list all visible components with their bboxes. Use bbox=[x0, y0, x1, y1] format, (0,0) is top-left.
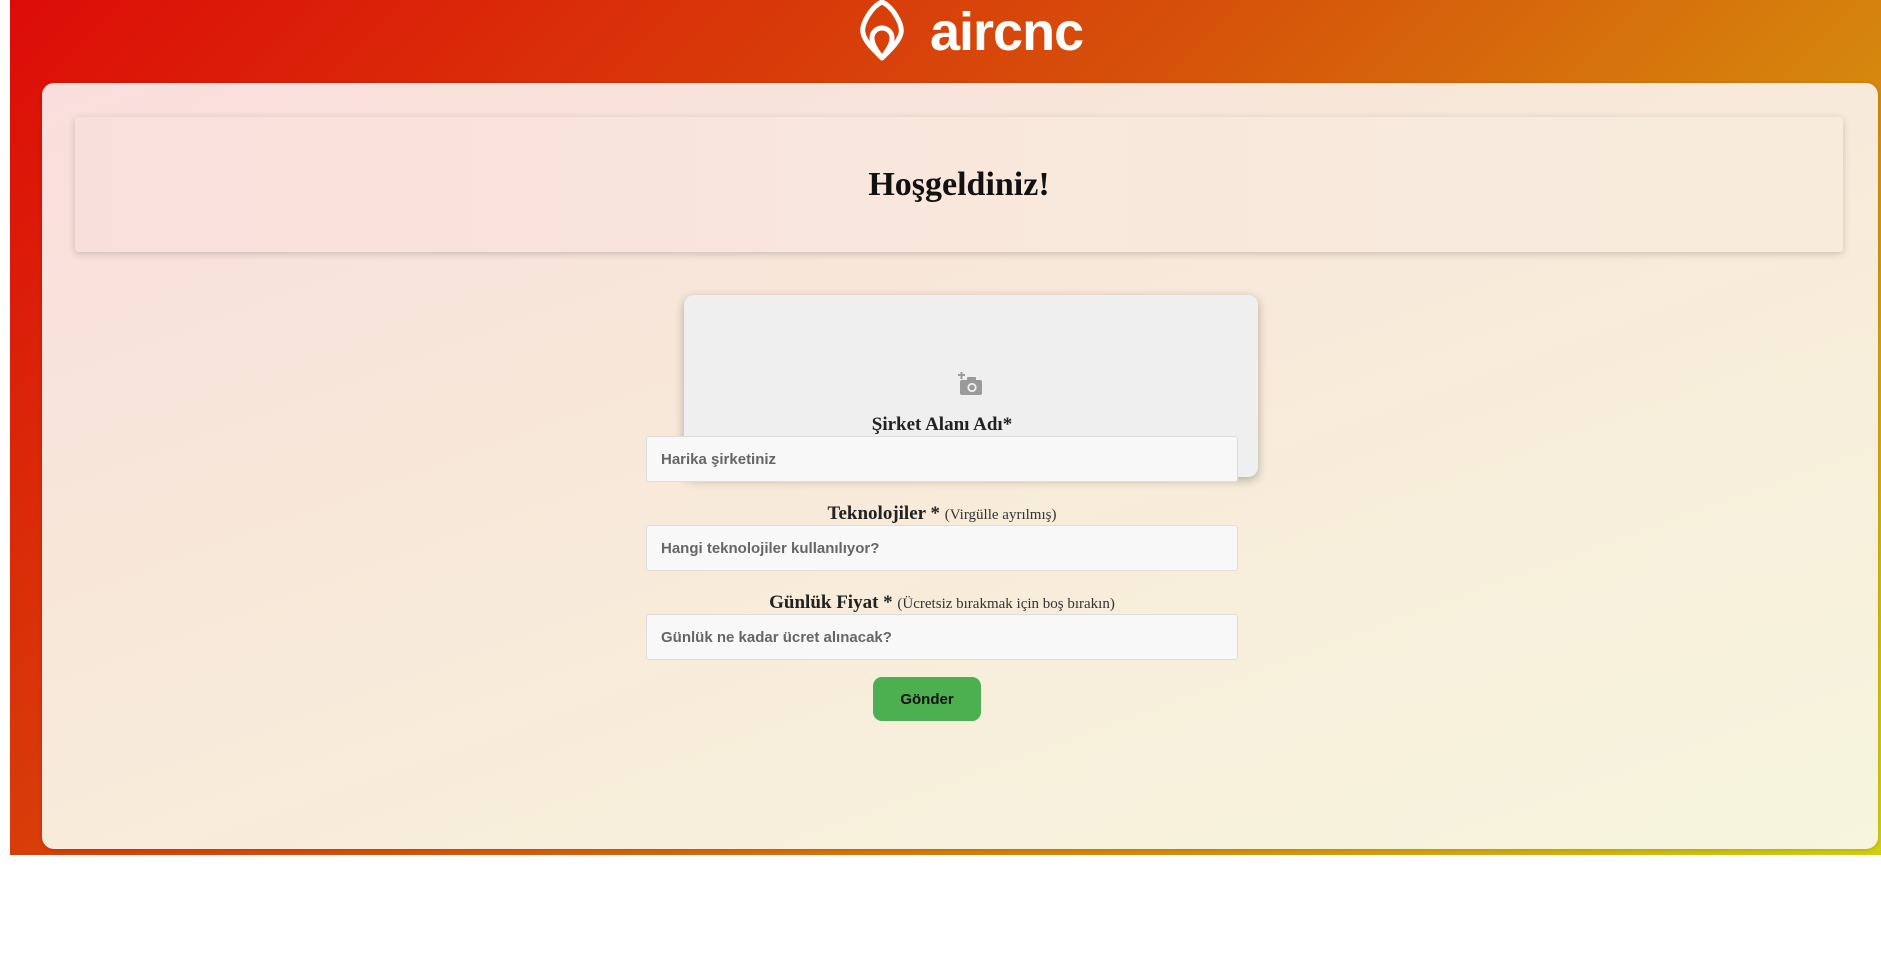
welcome-banner: Hoşgeldiniz! bbox=[75, 117, 1843, 252]
company-name-label: Şirket Alanı Adı* bbox=[646, 414, 1238, 436]
page-title: Hoşgeldiniz! bbox=[868, 165, 1050, 203]
technologies-hint: (Virgülle ayrılmış) bbox=[944, 507, 1057, 523]
daily-price-label-text: Günlük Fiyat * bbox=[769, 592, 893, 613]
technologies-label: Teknolojiler * (Virgülle ayrılmış) bbox=[646, 503, 1238, 525]
company-name-label-text: Şirket Alanı Adı* bbox=[871, 414, 1013, 435]
technologies-input[interactable] bbox=[646, 525, 1238, 571]
technologies-label-text: Teknolojiler * bbox=[827, 503, 940, 524]
daily-price-hint: (Ücretsiz bırakmak için boş bırakın) bbox=[897, 596, 1115, 612]
logo-text: aircnc bbox=[930, 2, 1084, 62]
daily-price-input[interactable] bbox=[646, 614, 1238, 660]
add-camera-icon bbox=[958, 371, 984, 401]
daily-price-label: Günlük Fiyat * (Ücretsiz bırakmak için b… bbox=[646, 592, 1238, 614]
company-form: Şirket Alanı Adı* Teknolojiler * (Virgül… bbox=[646, 414, 1238, 681]
airbnb-belo-icon bbox=[848, 0, 916, 68]
submit-button[interactable]: Gönder bbox=[873, 677, 981, 721]
company-name-input[interactable] bbox=[646, 436, 1238, 482]
logo[interactable]: aircnc bbox=[848, 0, 1084, 68]
page-background: aircnc Hoşgeldiniz! Şirket Alanı Adı* Ha… bbox=[10, 0, 1881, 855]
